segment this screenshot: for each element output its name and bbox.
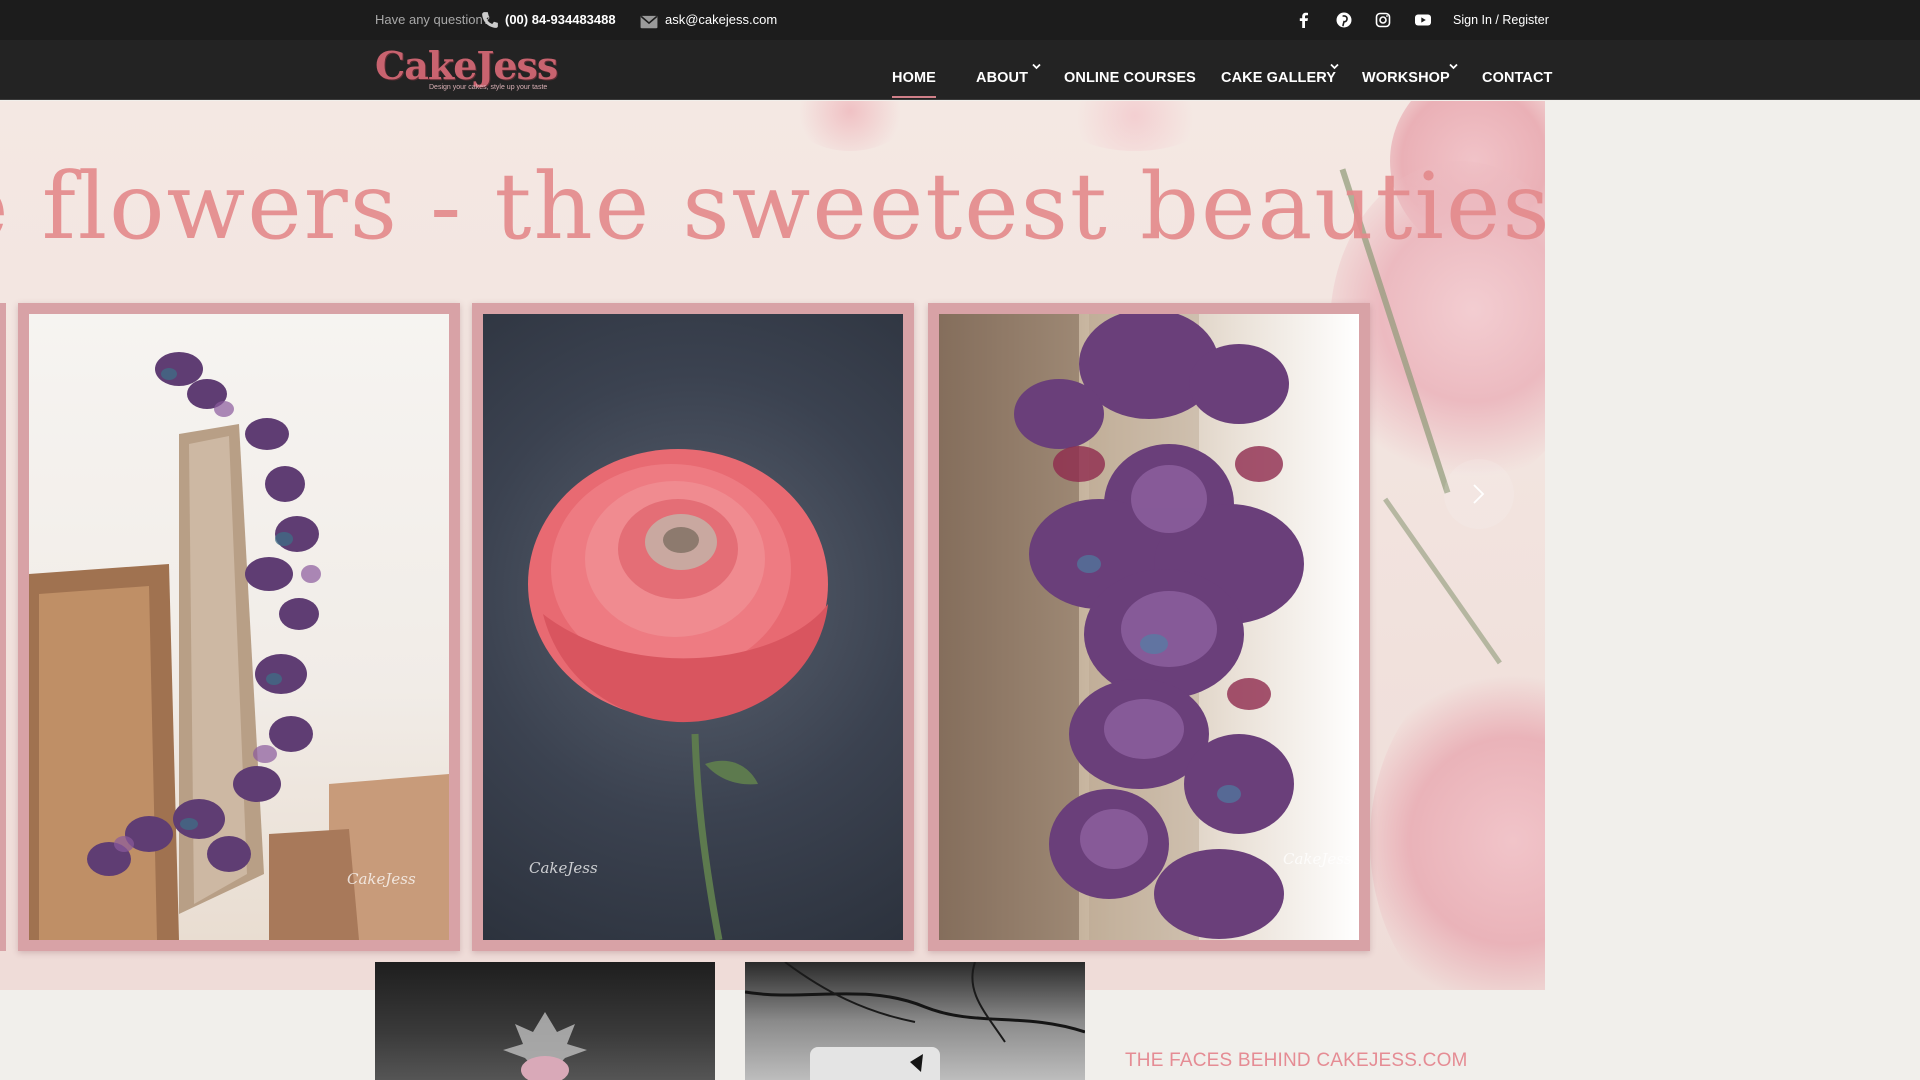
main-navigation: CakeJess Design your cakes, style up you…: [0, 40, 1920, 100]
nav-cake-gallery[interactable]: CAKE GALLERY: [1221, 70, 1336, 86]
chevron-right-icon: [1473, 484, 1485, 504]
team-photo-1[interactable]: [375, 962, 715, 1080]
email-link[interactable]: ask@cakejess.com: [665, 0, 777, 40]
orchid-wood-photo: CakeJess: [29, 314, 449, 940]
frame-3-watermark: CakeJess: [1283, 850, 1352, 868]
gallery-frame-2[interactable]: CakeJess: [472, 303, 914, 951]
frame-1-watermark: CakeJess: [347, 870, 416, 888]
nav-home[interactable]: HOME: [892, 70, 936, 98]
question-label: Have any question?: [375, 12, 490, 27]
ranunculus-photo: CakeJess: [483, 314, 903, 940]
logo-text: CakeJess: [375, 43, 558, 88]
cake-gallery-chevron-down-icon[interactable]: [1329, 61, 1340, 72]
envelope-icon: [640, 13, 658, 29]
nav-workshop[interactable]: WORKSHOP: [1362, 70, 1450, 86]
instagram-icon[interactable]: [1374, 11, 1392, 29]
phone-number[interactable]: (00) 84-934483488: [505, 0, 616, 40]
gallery-frame-3[interactable]: CakeJess: [928, 303, 1370, 951]
previous-slide-edge: [0, 303, 6, 951]
logo-tagline: Design your cakes, style up your taste: [429, 84, 548, 91]
gallery-frame-1[interactable]: CakeJess: [18, 303, 460, 951]
hero-slider: e flowers - the sweetest beauties CakeJe…: [0, 101, 1545, 990]
slider-next-button[interactable]: [1444, 459, 1514, 529]
petal-decoration: [1370, 661, 1545, 990]
sign-in-register-link[interactable]: Sign In / Register: [1453, 0, 1549, 40]
team-photo-2[interactable]: [745, 962, 1085, 1080]
nav-about[interactable]: ABOUT: [976, 70, 1028, 86]
workshop-chevron-down-icon[interactable]: [1448, 61, 1459, 72]
hero-title: e flowers - the sweetest beauties: [0, 153, 1545, 260]
youtube-icon[interactable]: [1414, 11, 1432, 29]
frame-2-watermark: CakeJess: [529, 859, 598, 877]
petal-decoration: [1060, 101, 1210, 151]
faces-behind-heading: THE FACES BEHIND CAKEJESS.COM: [1125, 1050, 1468, 1071]
petal-decoration: [790, 101, 910, 151]
facebook-icon[interactable]: [1295, 11, 1313, 29]
about-chevron-down-icon[interactable]: [1031, 61, 1042, 72]
pinterest-icon[interactable]: [1335, 11, 1353, 29]
phone-icon: [481, 11, 498, 28]
orchid-closeup-photo: CakeJess: [939, 314, 1359, 940]
cakejess-logo[interactable]: CakeJess Design your cakes, style up you…: [375, 43, 558, 92]
nav-online-courses[interactable]: ONLINE COURSES: [1064, 70, 1196, 86]
top-bar: Have any question? (00) 84-934483488 ask…: [0, 0, 1920, 40]
nav-contact[interactable]: CONTACT: [1482, 70, 1553, 86]
